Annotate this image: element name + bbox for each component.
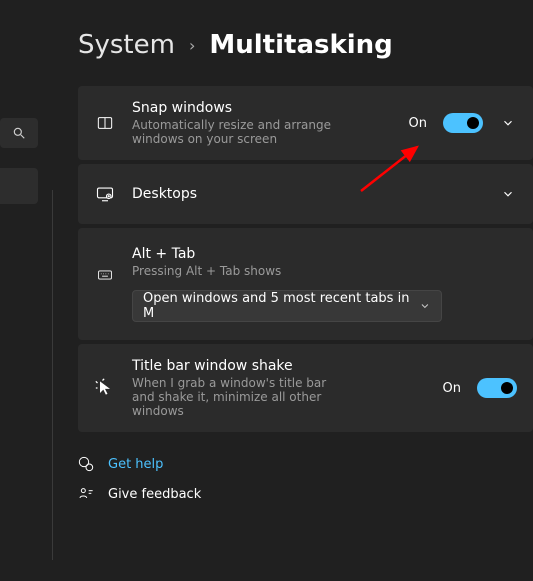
snap-toggle[interactable]	[443, 113, 483, 133]
snap-title: Snap windows	[132, 100, 393, 116]
desktops-title: Desktops	[132, 186, 483, 202]
alt-tab-card: Alt + Tab Pressing Alt + Tab shows Open …	[78, 228, 533, 340]
snap-subtitle: Automatically resize and arrange windows…	[132, 118, 332, 146]
desktops-icon	[95, 185, 115, 203]
alt-tab-title: Alt + Tab	[132, 246, 517, 262]
snap-windows-icon	[95, 115, 115, 131]
chevron-down-icon	[501, 116, 515, 130]
shake-title: Title bar window shake	[132, 358, 427, 374]
chevron-right-icon: ›	[189, 36, 195, 55]
search-icon-button[interactable]	[0, 118, 38, 148]
chevron-down-icon	[419, 300, 431, 312]
keyboard-icon	[94, 268, 116, 282]
expand-button[interactable]	[499, 116, 517, 130]
content-divider	[52, 190, 53, 560]
chevron-down-icon	[501, 187, 515, 201]
nav-item-selected[interactable]	[0, 168, 38, 204]
shake-state-label: On	[443, 381, 461, 396]
snap-windows-card[interactable]: Snap windows Automatically resize and ar…	[78, 86, 533, 160]
alt-tab-dropdown[interactable]: Open windows and 5 most recent tabs in M	[132, 290, 442, 322]
get-help-label: Get help	[108, 457, 163, 472]
breadcrumb: System › Multitasking	[78, 30, 533, 60]
feedback-icon	[78, 486, 94, 502]
search-icon	[12, 126, 26, 140]
shake-toggle[interactable]	[477, 378, 517, 398]
alt-tab-dropdown-value: Open windows and 5 most recent tabs in M	[143, 291, 419, 321]
breadcrumb-parent[interactable]: System	[78, 30, 175, 60]
desktops-card[interactable]: Desktops	[78, 164, 533, 224]
alt-tab-subtitle: Pressing Alt + Tab shows	[132, 264, 517, 278]
expand-button[interactable]	[499, 187, 517, 201]
title-bar-shake-card: Title bar window shake When I grab a win…	[78, 344, 533, 432]
cursor-shake-icon	[95, 378, 115, 398]
snap-state-label: On	[409, 116, 427, 131]
shake-subtitle: When I grab a window's title bar and sha…	[132, 376, 352, 418]
get-help-link[interactable]: Get help	[78, 456, 533, 472]
give-feedback-label: Give feedback	[108, 487, 201, 502]
help-icon	[78, 456, 94, 472]
give-feedback-link[interactable]: Give feedback	[78, 486, 533, 502]
page-title: Multitasking	[209, 30, 392, 60]
